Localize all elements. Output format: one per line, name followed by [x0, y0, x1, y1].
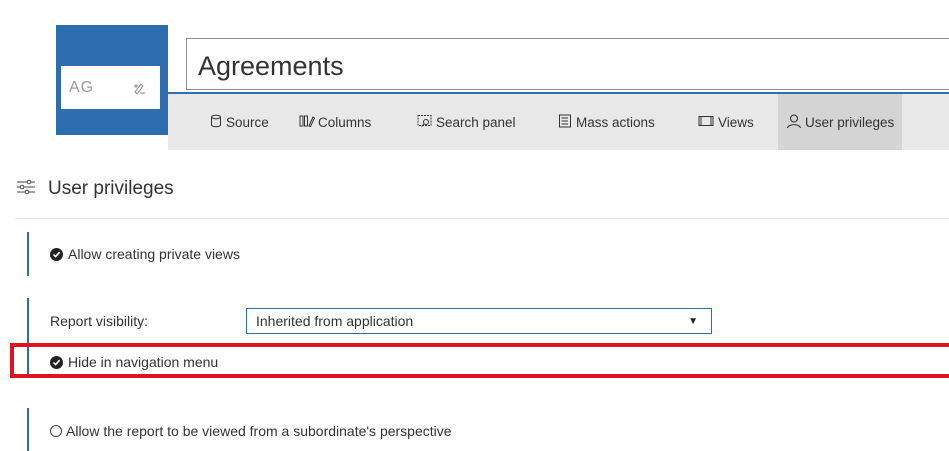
tab-label: Mass actions: [576, 114, 655, 130]
check-circle-icon: [50, 247, 63, 261]
subordinate-view-option[interactable]: Allow the report to be viewed from a sub…: [50, 423, 452, 439]
option-label: Allow the report to be viewed from a sub…: [66, 423, 452, 439]
field-label: Report visibility:: [50, 313, 149, 329]
user-icon: [786, 113, 805, 132]
tab-label: Views: [718, 114, 754, 130]
section-title: User privileges: [48, 178, 174, 199]
tab-label: User privileges: [805, 114, 895, 130]
section-header: User privileges: [16, 178, 174, 200]
tab-label: Source: [226, 114, 269, 130]
tab-label: Search panel: [436, 114, 516, 130]
page-title: Agreements: [198, 51, 344, 81]
app-logo: AG: [56, 25, 168, 135]
views-icon: [698, 114, 718, 131]
toolbar: Source Columns Search panel Mass actions…: [168, 94, 949, 150]
group-bar: [27, 408, 29, 451]
empty-circle-icon: [50, 425, 62, 437]
tab-source[interactable]: Source: [209, 94, 269, 150]
report-visibility-label: Report visibility:: [50, 313, 148, 329]
logo-text: AG: [69, 78, 95, 96]
group-bar: [27, 232, 29, 276]
divider: [15, 218, 949, 219]
tab-search-panel[interactable]: Search panel: [417, 94, 516, 150]
tab-user-privileges[interactable]: User privileges: [778, 94, 903, 150]
allow-private-views-checkbox[interactable]: Allow creating private views: [50, 246, 240, 262]
columns-icon: [299, 114, 318, 131]
tab-columns[interactable]: Columns: [299, 94, 371, 150]
tab-views[interactable]: Views: [698, 94, 754, 150]
title-field[interactable]: Agreements: [186, 38, 949, 90]
sliders-icon: [16, 179, 36, 200]
search-panel-icon: [417, 114, 436, 131]
tab-mass-actions[interactable]: Mass actions: [558, 94, 655, 150]
highlight-box: [10, 343, 949, 378]
select-value: Inherited from application: [256, 313, 414, 329]
checkbox-label: Allow creating private views: [68, 246, 240, 262]
edit-logo-icon[interactable]: [132, 81, 146, 95]
report-visibility-select[interactable]: Inherited from application ▼: [246, 308, 712, 334]
tab-label: Columns: [318, 114, 372, 130]
caret-down-icon: ▼: [688, 316, 698, 327]
database-icon: [209, 114, 226, 131]
logo-badge: AG: [61, 66, 160, 109]
mass-actions-icon: [558, 114, 576, 131]
